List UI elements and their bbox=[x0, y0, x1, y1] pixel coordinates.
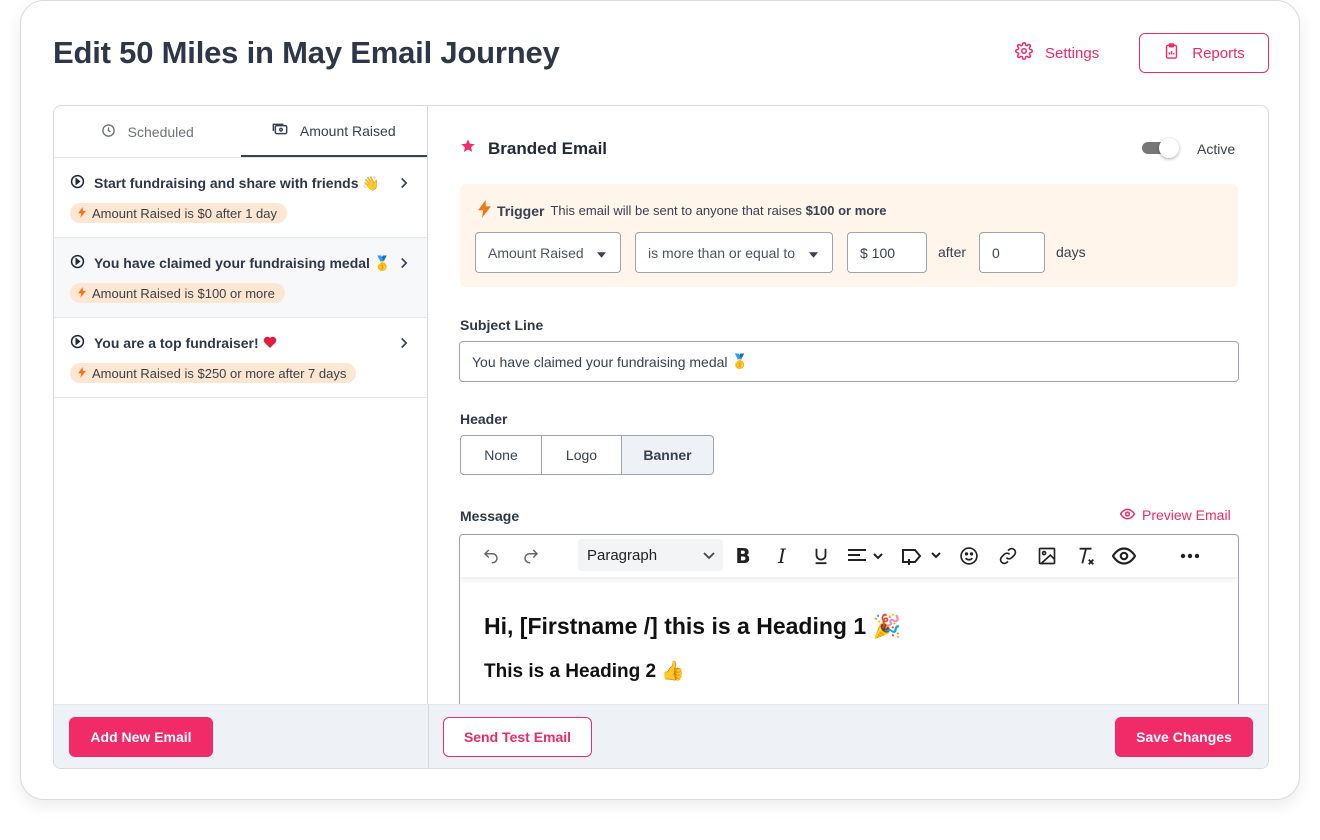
tab-scheduled[interactable]: Scheduled bbox=[54, 106, 241, 157]
chevron-right-icon bbox=[399, 176, 409, 194]
action-footer: Add New Email Send Test Email Save Chang… bbox=[54, 704, 1268, 768]
email-title: You have claimed your fundraising medal … bbox=[94, 254, 392, 272]
bolt-icon bbox=[78, 206, 86, 221]
badge-text: Amount Raised is $0 after 1 day bbox=[92, 205, 277, 221]
editor-card: Edit 50 Miles in May Email Journey Setti… bbox=[20, 0, 1300, 800]
trigger-comparator-select[interactable]: is more than or equal to bbox=[635, 232, 833, 273]
undo-icon[interactable] bbox=[478, 543, 504, 569]
block-format-select[interactable]: Paragraph bbox=[578, 539, 723, 571]
eye-icon bbox=[1119, 507, 1136, 523]
underline-icon[interactable] bbox=[808, 543, 834, 569]
message-label: Message bbox=[460, 508, 520, 524]
image-icon[interactable] bbox=[1034, 543, 1060, 569]
tab-label: Scheduled bbox=[127, 123, 194, 140]
add-new-email-button[interactable]: Add New Email bbox=[69, 717, 213, 757]
bold-icon[interactable]: B bbox=[730, 543, 756, 569]
star-icon bbox=[460, 138, 476, 159]
days-label: days bbox=[1056, 244, 1086, 260]
play-circle-icon bbox=[70, 174, 85, 192]
email-list-item[interactable]: Start fundraising and share with friends… bbox=[54, 158, 427, 238]
content-heading-1: Hi, [Firstname /] this is a Heading 1 🎉 bbox=[484, 613, 902, 640]
content-heading-2: This is a Heading 2 👍 bbox=[484, 660, 686, 682]
medal-icon: 🥇 bbox=[731, 353, 749, 370]
email-list-item[interactable]: You are a top fundraiser! Amount Raised … bbox=[54, 318, 427, 398]
subject-input[interactable]: You have claimed your fundraising medal … bbox=[459, 341, 1239, 382]
settings-label: Settings bbox=[1045, 44, 1100, 62]
play-circle-icon bbox=[70, 334, 85, 352]
medal-icon: 🥇 bbox=[373, 255, 392, 272]
redo-icon[interactable] bbox=[518, 543, 544, 569]
caret-down-icon bbox=[809, 245, 818, 261]
active-label: Active bbox=[1197, 141, 1236, 157]
more-options-icon[interactable] bbox=[1177, 543, 1203, 569]
email-title: Start fundraising and share with friends… bbox=[94, 174, 380, 192]
tab-bar: Scheduled Amount Raised bbox=[54, 106, 427, 158]
save-changes-button[interactable]: Save Changes bbox=[1115, 717, 1253, 757]
badge-text: Amount Raised is $250 or more after 7 da… bbox=[92, 365, 347, 381]
header-option-none[interactable]: None bbox=[460, 435, 542, 475]
email-type-heading: Branded Email bbox=[488, 138, 608, 158]
heart-icon bbox=[263, 335, 277, 351]
link-icon[interactable] bbox=[995, 543, 1021, 569]
badge-text: Amount Raised is $100 or more bbox=[92, 285, 275, 301]
tab-amount-raised[interactable]: Amount Raised bbox=[240, 106, 427, 157]
settings-button[interactable]: Settings bbox=[1015, 39, 1099, 67]
gear-icon bbox=[1015, 42, 1033, 64]
thumbs-up-icon: 👍 bbox=[661, 660, 686, 682]
email-title: You are a top fundraiser! bbox=[94, 335, 277, 351]
bolt-icon bbox=[478, 200, 491, 221]
trigger-label: Trigger bbox=[497, 202, 545, 219]
trigger-badge: Amount Raised is $0 after 1 day bbox=[70, 203, 287, 223]
trigger-description: This email will be sent to anyone that r… bbox=[550, 203, 887, 218]
reports-label: Reports bbox=[1192, 44, 1245, 62]
clock-icon bbox=[101, 123, 116, 141]
editor-toolbar: Paragraph B I bbox=[460, 535, 1238, 577]
email-detail-column: Branded Email Active Trigger This email … bbox=[428, 106, 1268, 768]
journey-panel: Scheduled Amount Raised Start fundraisin… bbox=[53, 105, 1269, 769]
chevron-down-icon bbox=[703, 547, 715, 564]
chevron-right-icon bbox=[399, 336, 409, 354]
bolt-icon bbox=[78, 286, 86, 301]
trigger-metric-select[interactable]: Amount Raised bbox=[475, 232, 621, 273]
emoji-icon[interactable] bbox=[956, 543, 982, 569]
party-popper-icon: 🎉 bbox=[872, 614, 902, 640]
italic-icon[interactable]: I bbox=[769, 543, 795, 569]
trigger-days-input[interactable]: 0 bbox=[979, 232, 1045, 273]
chevron-right-icon bbox=[399, 256, 409, 274]
eye-icon[interactable] bbox=[1111, 543, 1137, 569]
clear-format-icon[interactable] bbox=[1073, 543, 1099, 569]
editor-content[interactable]: Hi, [Firstname /] this is a Heading 1 🎉 … bbox=[460, 577, 1238, 683]
align-icon[interactable] bbox=[846, 543, 886, 569]
subject-label: Subject Line bbox=[460, 317, 544, 333]
tab-label: Amount Raised bbox=[299, 122, 396, 139]
money-icon bbox=[272, 122, 288, 139]
after-label: after bbox=[938, 244, 967, 260]
clipboard-icon bbox=[1163, 42, 1180, 64]
bolt-icon bbox=[78, 366, 86, 381]
preview-email-link[interactable]: Preview Email bbox=[1119, 507, 1231, 523]
play-circle-icon bbox=[70, 254, 85, 272]
caret-down-icon bbox=[597, 245, 606, 261]
email-list-column: Scheduled Amount Raised Start fundraisin… bbox=[54, 106, 428, 768]
waving-hand-icon: 👋 bbox=[362, 175, 380, 192]
email-list-item-selected[interactable]: You have claimed your fundraising medal … bbox=[54, 238, 427, 318]
trigger-panel: Trigger This email will be sent to anyon… bbox=[460, 184, 1238, 287]
active-toggle[interactable] bbox=[1142, 138, 1180, 158]
page-title: Edit 50 Miles in May Email Journey bbox=[53, 35, 560, 70]
reports-button[interactable]: Reports bbox=[1139, 33, 1269, 73]
merge-tag-icon[interactable] bbox=[900, 543, 944, 569]
trigger-badge: Amount Raised is $100 or more bbox=[70, 283, 285, 303]
trigger-amount-input[interactable]: $ 100 bbox=[847, 232, 927, 273]
header-segmented-control: None Logo Banner bbox=[460, 435, 714, 475]
header-option-banner[interactable]: Banner bbox=[621, 435, 714, 475]
header-option-logo[interactable]: Logo bbox=[541, 435, 622, 475]
header-label: Header bbox=[460, 411, 508, 427]
trigger-badge: Amount Raised is $250 or more after 7 da… bbox=[70, 363, 357, 383]
send-test-email-button[interactable]: Send Test Email bbox=[443, 717, 592, 757]
